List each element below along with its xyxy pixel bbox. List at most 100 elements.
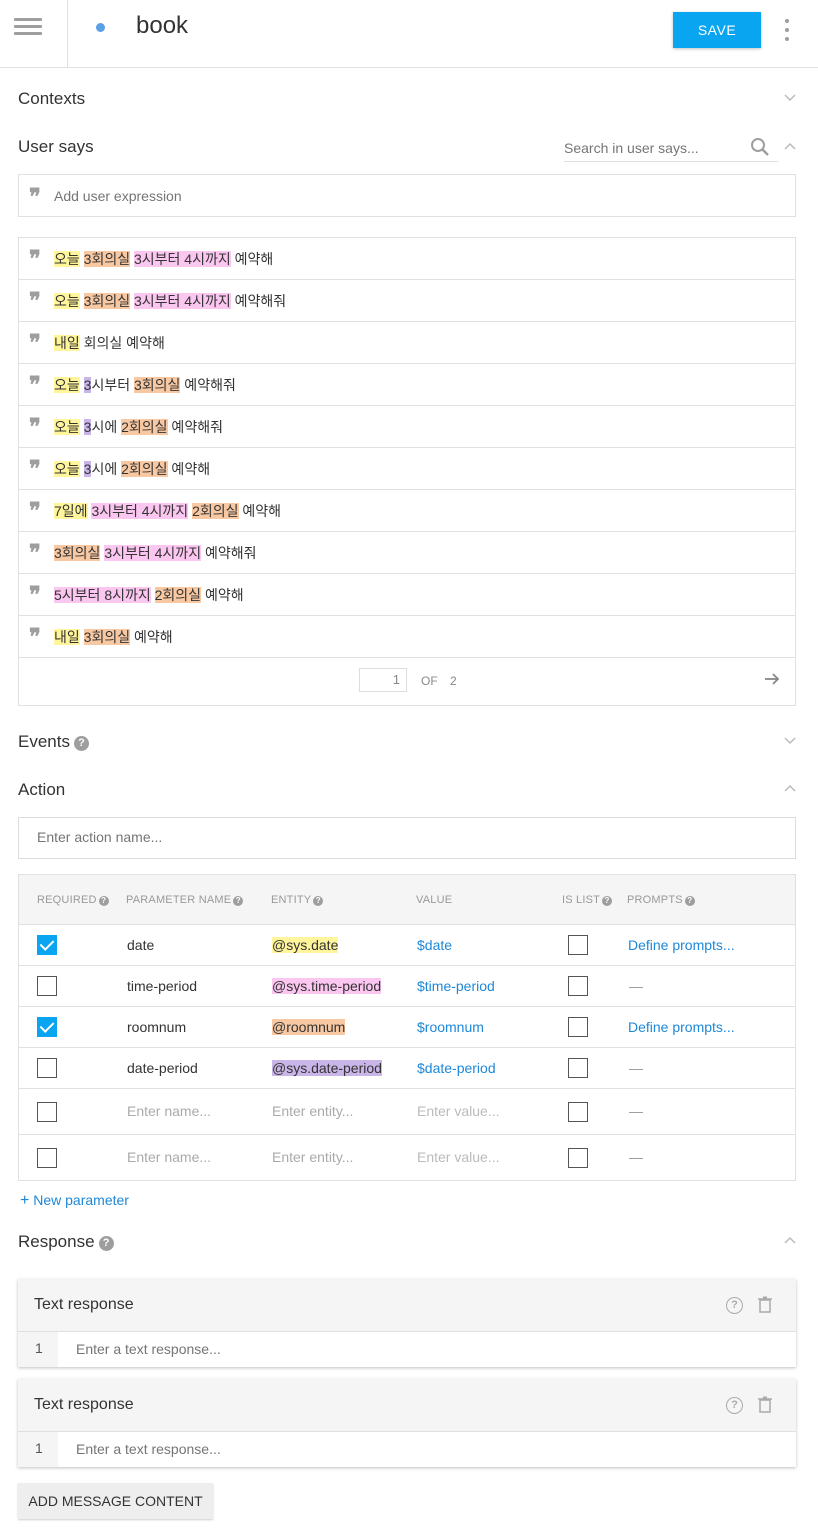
required-checkbox[interactable] bbox=[37, 1102, 57, 1122]
add-user-expression-input[interactable] bbox=[54, 185, 754, 207]
entity-annotation[interactable]: 3회의실 bbox=[83, 251, 131, 267]
user-expression-text[interactable]: 5시부터 8시까지 2회의실 예약해 bbox=[54, 585, 244, 605]
trash-icon[interactable] bbox=[758, 1396, 772, 1413]
help-icon[interactable]: ? bbox=[726, 1297, 743, 1314]
menu-icon[interactable] bbox=[0, 0, 68, 67]
user-expression-row[interactable]: ❞ 내일 3회의실 예약해 bbox=[19, 616, 795, 658]
help-icon[interactable]: ? bbox=[313, 896, 324, 906]
required-checkbox[interactable] bbox=[37, 1017, 57, 1037]
trash-icon[interactable] bbox=[758, 1296, 772, 1313]
parameter-value[interactable]: $time-period bbox=[417, 978, 495, 994]
entity-annotation[interactable]: 3회의실 bbox=[83, 629, 131, 645]
more-options-icon[interactable] bbox=[780, 14, 794, 44]
user-expression-row[interactable]: ❞ 오늘 3회의실 3시부터 4시까지 예약해줘 bbox=[19, 280, 795, 322]
search-icon[interactable] bbox=[750, 137, 770, 157]
contexts-section-title[interactable]: Contexts bbox=[18, 89, 85, 109]
help-icon[interactable]: ? bbox=[602, 896, 613, 906]
user-expression-text[interactable]: 7일에 3시부터 4시까지 2회의실 예약해 bbox=[54, 501, 281, 521]
user-expression-row[interactable]: ❞ 오늘 3시부터 3회의실 예약해줘 bbox=[19, 364, 795, 406]
response-chevron-up-icon[interactable] bbox=[784, 1236, 796, 1246]
is-list-checkbox[interactable] bbox=[568, 1148, 588, 1168]
entity-annotation[interactable]: 내일 bbox=[54, 335, 80, 351]
user-expression-row[interactable]: ❞ 3회의실 3시부터 4시까지 예약해줘 bbox=[19, 532, 795, 574]
entity-annotation[interactable]: 3회의실 bbox=[54, 545, 101, 561]
is-list-checkbox[interactable] bbox=[568, 1017, 588, 1037]
entity-annotation[interactable]: 2회의실 bbox=[192, 503, 239, 519]
user-expression-row[interactable]: ❞ 오늘 3시에 2회의실 예약해 bbox=[19, 448, 795, 490]
help-icon[interactable]: ? bbox=[233, 896, 244, 906]
parameter-value-input[interactable]: Enter value... bbox=[417, 1149, 500, 1165]
help-icon[interactable]: ? bbox=[726, 1397, 743, 1414]
user-expression-row[interactable]: ❞ 오늘 3회의실 3시부터 4시까지 예약해 bbox=[19, 238, 795, 280]
entity-annotation[interactable]: 3회의실 bbox=[133, 377, 181, 393]
parameter-entity-input[interactable]: Enter entity... bbox=[272, 1149, 353, 1165]
entity-annotation[interactable]: 2회의실 bbox=[121, 461, 168, 477]
action-name-input[interactable] bbox=[37, 829, 737, 845]
user-expression-text[interactable]: 오늘 3시에 2회의실 예약해줘 bbox=[54, 417, 223, 437]
contexts-chevron-down-icon[interactable] bbox=[784, 92, 796, 102]
parameter-entity-input[interactable]: Enter entity... bbox=[272, 1103, 353, 1119]
entity-annotation[interactable]: 5시부터 8시까지 bbox=[54, 587, 151, 603]
parameter-name-input[interactable]: Enter name... bbox=[127, 1149, 211, 1165]
user-expression-text[interactable]: 내일 회의실 예약해 bbox=[54, 333, 165, 353]
entity-annotation[interactable]: 3회의실 bbox=[83, 293, 131, 309]
entity-chip[interactable]: @sys.time-period bbox=[272, 978, 382, 994]
parameter-entity[interactable]: @sys.date bbox=[272, 937, 339, 953]
required-checkbox[interactable] bbox=[37, 976, 57, 996]
user-says-section-title[interactable]: User says bbox=[18, 137, 94, 157]
page-number-input[interactable]: 1 bbox=[359, 668, 407, 692]
user-says-chevron-up-icon[interactable] bbox=[784, 142, 796, 152]
user-expression-text[interactable]: 오늘 3회의실 3시부터 4시까지 예약해줘 bbox=[54, 291, 286, 311]
entity-chip[interactable]: @roomnum bbox=[272, 1019, 346, 1035]
user-expression-row[interactable]: ❞ 7일에 3시부터 4시까지 2회의실 예약해 bbox=[19, 490, 795, 532]
user-expression-text[interactable]: 오늘 3회의실 3시부터 4시까지 예약해 bbox=[54, 249, 273, 269]
user-expression-text[interactable]: 오늘 3시에 2회의실 예약해 bbox=[54, 459, 210, 479]
define-prompts-link[interactable]: Define prompts... bbox=[628, 1019, 735, 1035]
events-section-title[interactable]: Events? bbox=[18, 732, 89, 752]
entity-annotation[interactable]: 오늘 bbox=[54, 251, 80, 267]
parameter-entity[interactable]: @roomnum bbox=[272, 1019, 346, 1035]
entity-annotation[interactable]: 3시부터 4시까지 bbox=[133, 251, 231, 267]
save-button[interactable]: SAVE bbox=[673, 12, 761, 48]
action-chevron-up-icon[interactable] bbox=[784, 784, 796, 794]
user-expression-row[interactable]: ❞ 오늘 3시에 2회의실 예약해줘 bbox=[19, 406, 795, 448]
entity-annotation[interactable]: 3시부터 4시까지 bbox=[133, 293, 231, 309]
events-help-icon[interactable]: ? bbox=[73, 736, 89, 751]
parameter-value[interactable]: $date bbox=[417, 937, 452, 953]
new-parameter-button[interactable]: + New parameter bbox=[20, 1192, 129, 1210]
intent-name[interactable]: book bbox=[136, 12, 188, 40]
user-says-search-input[interactable] bbox=[564, 136, 744, 160]
is-list-checkbox[interactable] bbox=[568, 1058, 588, 1078]
entity-annotation[interactable]: 3시부터 4시까지 bbox=[91, 503, 189, 519]
parameter-name[interactable]: roomnum bbox=[127, 1019, 186, 1035]
is-list-checkbox[interactable] bbox=[568, 976, 588, 996]
parameter-name-input[interactable]: Enter name... bbox=[127, 1103, 211, 1119]
parameter-entity[interactable]: @sys.time-period bbox=[272, 978, 382, 994]
user-expression-text[interactable]: 오늘 3시부터 3회의실 예약해줘 bbox=[54, 375, 236, 395]
next-page-arrow-icon[interactable] bbox=[763, 670, 781, 688]
text-response-input[interactable] bbox=[76, 1341, 776, 1357]
parameter-name[interactable]: date bbox=[127, 937, 154, 953]
is-list-checkbox[interactable] bbox=[568, 1102, 588, 1122]
entity-chip[interactable]: @sys.date-period bbox=[272, 1060, 382, 1076]
entity-annotation[interactable]: 오늘 bbox=[54, 377, 80, 393]
parameter-value-input[interactable]: Enter value... bbox=[417, 1103, 500, 1119]
user-expression-row[interactable]: ❞ 내일 회의실 예약해 bbox=[19, 322, 795, 364]
entity-chip[interactable]: @sys.date bbox=[272, 937, 339, 953]
required-checkbox[interactable] bbox=[37, 1058, 57, 1078]
add-message-content-button[interactable]: ADD MESSAGE CONTENT bbox=[18, 1483, 213, 1519]
parameter-name[interactable]: time-period bbox=[127, 978, 197, 994]
entity-annotation[interactable]: 2회의실 bbox=[154, 587, 202, 603]
parameter-name[interactable]: date-period bbox=[127, 1060, 198, 1076]
response-help-icon[interactable]: ? bbox=[98, 1236, 114, 1251]
parameter-value[interactable]: $roomnum bbox=[417, 1019, 484, 1035]
help-icon[interactable]: ? bbox=[98, 896, 109, 906]
define-prompts-link[interactable]: Define prompts... bbox=[628, 937, 735, 953]
entity-annotation[interactable]: 7일에 bbox=[54, 503, 88, 519]
entity-annotation[interactable]: 3시부터 4시까지 bbox=[104, 545, 202, 561]
action-section-title[interactable]: Action bbox=[18, 780, 65, 800]
entity-annotation[interactable]: 2회의실 bbox=[121, 419, 168, 435]
is-list-checkbox[interactable] bbox=[568, 935, 588, 955]
entity-annotation[interactable]: 오늘 bbox=[54, 419, 80, 435]
parameter-value[interactable]: $date-period bbox=[417, 1060, 496, 1076]
